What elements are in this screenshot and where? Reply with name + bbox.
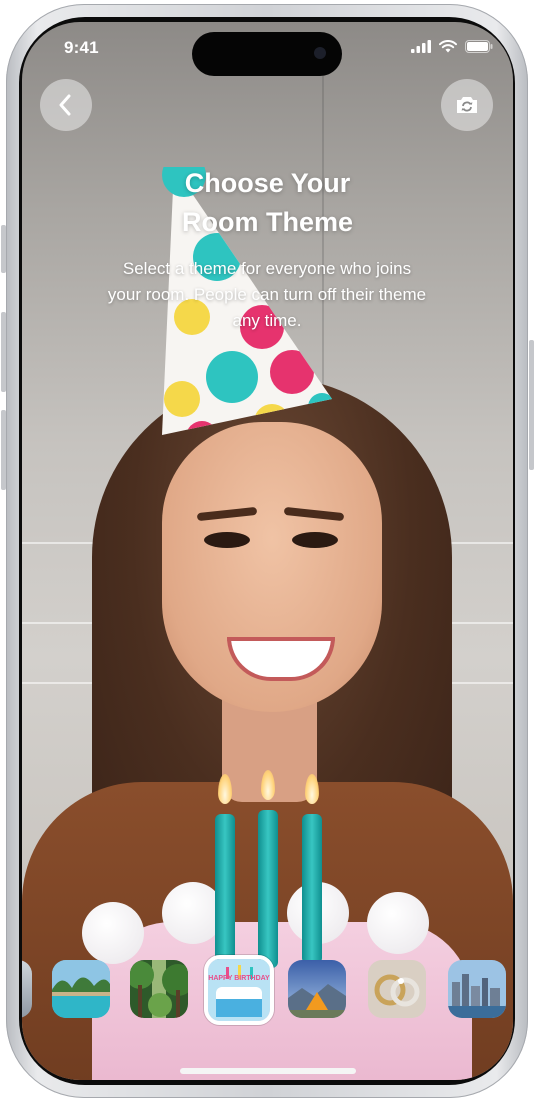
theme-thumbnail-forest[interactable] bbox=[130, 960, 188, 1018]
candle bbox=[215, 814, 235, 964]
theme-thumbnail-camping[interactable] bbox=[288, 960, 346, 1018]
title-line-2: Room Theme bbox=[181, 207, 354, 237]
candle bbox=[302, 814, 322, 964]
birthday-thumbnail-label: HAPPY BIRTHDAY bbox=[208, 975, 270, 982]
theme-thumbnail-city[interactable] bbox=[448, 960, 506, 1018]
right-eye bbox=[292, 532, 338, 548]
wifi-icon bbox=[439, 40, 457, 53]
title-line-1: Choose Your bbox=[184, 168, 351, 198]
status-time: 9:41 bbox=[64, 38, 99, 57]
dynamic-island bbox=[192, 32, 342, 76]
action-button bbox=[1, 225, 6, 273]
front-camera bbox=[314, 47, 326, 59]
status-icons bbox=[411, 40, 493, 53]
switch-camera-button[interactable] bbox=[441, 79, 493, 131]
volume-up-button bbox=[1, 312, 6, 392]
chevron-left-icon bbox=[59, 94, 71, 116]
cake-cream bbox=[82, 902, 144, 964]
side-button bbox=[529, 340, 534, 470]
theme-thumbnail-pool[interactable] bbox=[52, 960, 110, 1018]
page-title: Choose Your Room Theme bbox=[22, 164, 513, 242]
theme-picker: HAPPY BIRTHDAY bbox=[22, 955, 513, 1025]
cake-cream bbox=[367, 892, 429, 954]
battery-icon bbox=[465, 40, 493, 53]
page-subtitle: Select a theme for everyone who joins yo… bbox=[107, 259, 427, 330]
home-indicator[interactable] bbox=[180, 1068, 356, 1074]
theme-thumbnail-partial[interactable] bbox=[22, 960, 32, 1018]
camera-rotate-icon bbox=[457, 97, 477, 113]
volume-down-button bbox=[1, 410, 6, 490]
candle bbox=[258, 810, 278, 968]
facetime-screen: 9:41 Choose Your Room Theme Select a the… bbox=[22, 22, 513, 1080]
theme-thumbnail-rings[interactable] bbox=[368, 960, 426, 1018]
theme-thumbnail-birthday[interactable]: HAPPY BIRTHDAY bbox=[204, 955, 274, 1025]
cellular-signal-icon bbox=[411, 40, 431, 53]
back-button[interactable] bbox=[40, 79, 92, 131]
left-eye bbox=[204, 532, 250, 548]
